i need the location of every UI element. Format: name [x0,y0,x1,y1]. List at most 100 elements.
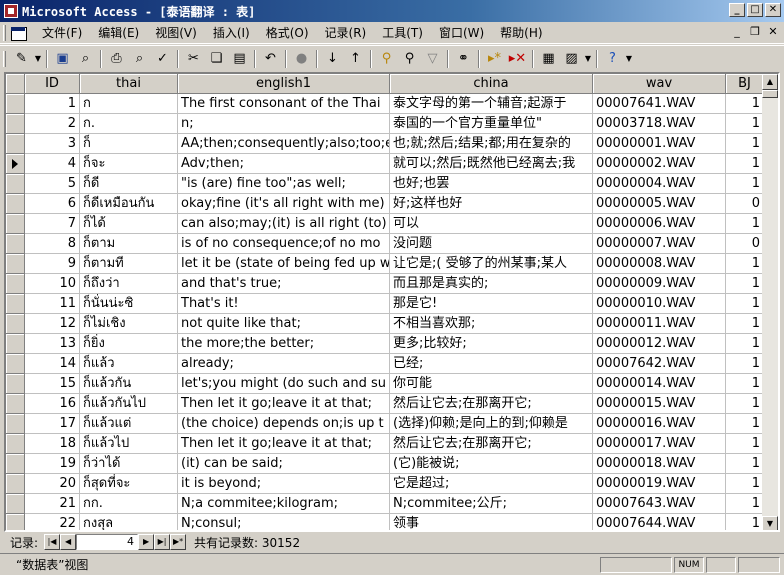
cell-thai[interactable]: ก็แล้ว [80,354,178,374]
find-icon[interactable]: ⚭ [452,48,475,70]
cell-english1[interactable]: "is (are) fine too";as well; [178,174,390,194]
access-app-icon[interactable] [4,4,18,18]
cell-bj[interactable]: 0 [726,234,764,254]
cell-wav[interactable]: 00000017.WAV [593,434,726,454]
record-selector[interactable] [6,374,25,394]
cell-bj[interactable]: 1 [726,294,764,314]
table-document-icon[interactable] [10,25,27,41]
cell-bj[interactable]: 0 [726,194,764,214]
cell-bj[interactable]: 1 [726,134,764,154]
close-button[interactable]: ✕ [765,3,781,17]
column-header-thai[interactable]: thai [80,74,178,94]
column-header-english1[interactable]: english1 [178,74,390,94]
table-row[interactable]: 16 ก็แล้วกันไป Then let it go;leave it at … [6,394,764,414]
previous-record-button[interactable]: ◀ [60,534,77,550]
menu-insert[interactable]: 插入(I) [205,24,258,41]
cell-wav[interactable]: 00000019.WAV [593,474,726,494]
cell-wav[interactable]: 00000010.WAV [593,294,726,314]
cell-bj[interactable]: 1 [726,454,764,474]
cell-id[interactable]: 11 [25,294,80,314]
cell-bj[interactable]: 1 [726,274,764,294]
cell-china[interactable]: 那是它! [390,294,593,314]
record-selector[interactable] [6,334,25,354]
cell-id[interactable]: 18 [25,434,80,454]
cell-wav[interactable]: 00000011.WAV [593,314,726,334]
cell-bj[interactable]: 1 [726,434,764,454]
cell-bj[interactable]: 1 [726,314,764,334]
cell-english1[interactable]: (the choice) depends on;is up t [178,414,390,434]
undo-icon[interactable]: ↶ [259,48,282,70]
cell-wav[interactable]: 00000009.WAV [593,274,726,294]
copy-icon[interactable]: ❏ [205,48,228,70]
cell-thai[interactable]: ก็ [80,134,178,154]
table-row[interactable]: 9 ก็ตามที let it be (state of being fed up… [6,254,764,274]
column-header-bj[interactable]: BJ [726,74,764,94]
record-selector[interactable] [6,514,25,530]
cell-thai[interactable]: ก็แล้วไป [80,434,178,454]
table-row[interactable]: 1 ก The first consonant of the Thai 泰文字母的第一… [6,94,764,114]
cut-icon[interactable]: ✂ [182,48,205,70]
cell-china[interactable]: 然后让它去;在那离开它; [390,434,593,454]
view-design-icon[interactable]: ✎ [10,48,33,70]
cell-china[interactable]: 好;这样也好 [390,194,593,214]
delete-record-icon[interactable]: ▸✕ [506,48,529,70]
table-row[interactable]: 21 กก. N;a commitee;kilogram; N;commitee;公斤… [6,494,764,514]
cell-id[interactable]: 6 [25,194,80,214]
cell-thai[interactable]: ก็แล้วแต่ [80,414,178,434]
cell-thai[interactable]: ก็ไม่เชิง [80,314,178,334]
cell-bj[interactable]: 1 [726,414,764,434]
scroll-down-button[interactable]: ▼ [762,516,778,530]
menu-edit[interactable]: 编辑(E) [90,24,147,41]
cell-china[interactable]: 也;就;然后;结果;都;用在复杂的 [390,134,593,154]
cell-wav[interactable]: 00000014.WAV [593,374,726,394]
cell-id[interactable]: 16 [25,394,80,414]
record-selector[interactable] [6,454,25,474]
table-row[interactable]: 7 ก็ได้ can also;may;(it) is all right (to… [6,214,764,234]
last-record-button[interactable]: ▶| [154,534,171,550]
first-record-button[interactable]: |◀ [44,534,61,550]
cell-english1[interactable]: Then let it go;leave it at that; [178,434,390,454]
cell-china[interactable]: 让它是;( 受够了的州某事;某人 [390,254,593,274]
new-object-dropdown-icon[interactable]: ▼ [583,54,593,63]
cell-wav[interactable]: 00000016.WAV [593,414,726,434]
vertical-scrollbar[interactable]: ▲ ▼ [762,74,778,530]
cell-china[interactable]: 更多;比较好; [390,334,593,354]
cell-thai[interactable]: กก. [80,494,178,514]
cell-english1[interactable]: Then let it go;leave it at that; [178,394,390,414]
cell-english1[interactable]: That's it! [178,294,390,314]
table-row[interactable]: 4 ก็จะ Adv;then; 就可以;然后;既然他已经离去;我 00000002.W… [6,154,764,174]
record-selector[interactable] [6,494,25,514]
menu-file[interactable]: 文件(F) [34,24,90,41]
cell-china[interactable]: 也好;也罢 [390,174,593,194]
new-record-nav-button[interactable]: ▶* [170,534,187,550]
cell-thai[interactable]: ก. [80,114,178,134]
cell-id[interactable]: 20 [25,474,80,494]
record-selector[interactable] [6,394,25,414]
cell-china[interactable]: (它)能被说; [390,454,593,474]
table-row[interactable]: 15 ก็แล้วกัน let's;you might (do such and … [6,374,764,394]
current-record-input[interactable]: 4 [76,534,139,550]
toolbar-options-icon[interactable]: ▼ [624,54,634,63]
table-row[interactable]: 13 ก็ยิ่ง the more;the better; 更多;比较好; 00000… [6,334,764,354]
cell-wav[interactable]: 00000002.WAV [593,154,726,174]
cell-china[interactable]: N;commitee;公斤; [390,494,593,514]
cell-china[interactable]: 你可能 [390,374,593,394]
cell-wav[interactable]: 00000004.WAV [593,174,726,194]
cell-wav[interactable]: 00007643.WAV [593,494,726,514]
cell-bj[interactable]: 1 [726,174,764,194]
next-record-button[interactable]: ▶ [138,534,155,550]
cell-id[interactable]: 22 [25,514,80,530]
cell-china[interactable]: 可以 [390,214,593,234]
cell-bj[interactable]: 1 [726,334,764,354]
cell-bj[interactable]: 1 [726,114,764,134]
cell-id[interactable]: 10 [25,274,80,294]
menu-records[interactable]: 记录(R) [317,24,375,41]
save-icon[interactable]: ▣ [51,48,74,70]
table-row[interactable]: 22 กงสุล N;consul; 领事 00007644.WAV 1 [6,514,764,530]
cell-bj[interactable]: 1 [726,154,764,174]
hyperlink-icon[interactable]: ● [290,48,313,70]
cell-china[interactable]: 而且那是真实的; [390,274,593,294]
record-selector[interactable] [6,94,25,114]
cell-id[interactable]: 2 [25,114,80,134]
cell-bj[interactable]: 1 [726,514,764,530]
